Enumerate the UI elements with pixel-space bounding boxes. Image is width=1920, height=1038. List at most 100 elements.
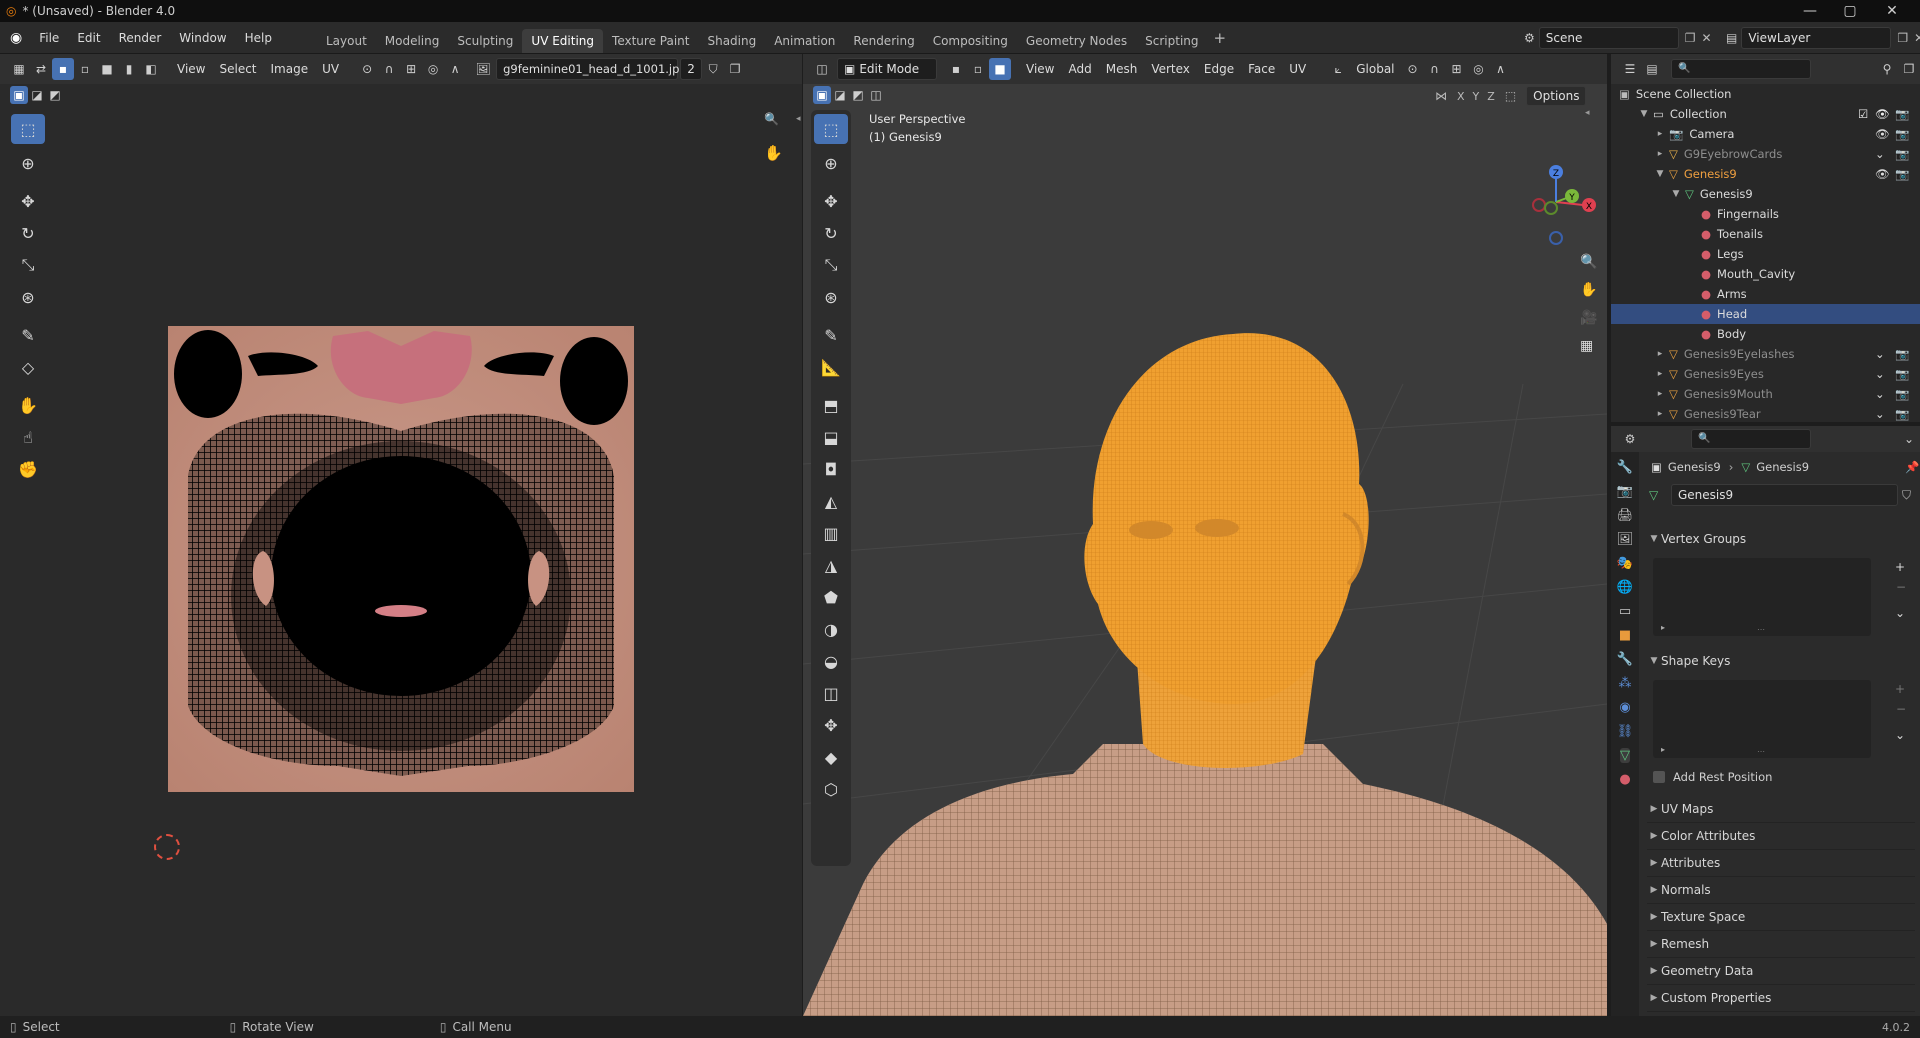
outliner-row-genesis9eyelashes[interactable]: ▸ ▽ Genesis9Eyelashes ⌄ 📷 xyxy=(1611,344,1920,364)
datablock-name-field[interactable]: Genesis9 xyxy=(1671,484,1898,506)
render-icon[interactable]: 📷 xyxy=(1895,367,1909,381)
spin-tool-icon[interactable]: ◑ xyxy=(814,614,848,644)
close-button[interactable]: ✕ xyxy=(1872,0,1912,22)
menu-edit[interactable]: Edit xyxy=(68,22,109,54)
edge-select-icon[interactable]: ▫ xyxy=(74,58,96,80)
vp-select-tool-icon[interactable]: ⬚ xyxy=(814,114,848,144)
outliner-editor-icon[interactable]: ☰ xyxy=(1619,58,1641,80)
expand-icon[interactable]: ▸ xyxy=(1653,389,1667,399)
viewport-menu-mesh[interactable]: Mesh xyxy=(1099,58,1145,80)
expand-icon[interactable]: ▸ xyxy=(1653,349,1667,359)
proportional-edit-icon[interactable]: ◎ xyxy=(422,58,444,80)
outliner-row-genesis9[interactable]: ▼ ▽ Genesis9 👁 📷 xyxy=(1611,164,1920,184)
navigation-gizmo[interactable]: Z Y X xyxy=(1515,110,1605,250)
viewport-menu-edge[interactable]: Edge xyxy=(1197,58,1241,80)
expand-icon[interactable]: ▸ xyxy=(1653,149,1667,159)
shape-keys-header[interactable]: ▼ Shape Keys xyxy=(1647,648,1915,674)
data-tab-icon[interactable]: ▽ xyxy=(1620,748,1630,763)
falloff-curve-icon[interactable]: ∧ xyxy=(1490,58,1512,80)
outliner-row-genesis9tear[interactable]: ▸ ▽ Genesis9Tear ⌄ 📷 xyxy=(1611,404,1920,424)
vp-scale-tool-icon[interactable]: ⤡ xyxy=(814,250,848,280)
edge-slide-tool-icon[interactable]: ◫ xyxy=(814,678,848,708)
outliner-row-fingernails[interactable]: ● Fingernails xyxy=(1611,204,1920,224)
editor-type-3d-icon[interactable]: ◫ xyxy=(811,58,833,80)
annotate-tool-icon[interactable]: ✎ xyxy=(11,320,45,350)
vg-remove-icon[interactable]: − xyxy=(1896,580,1906,594)
sync-selection-icon[interactable]: ⇄ xyxy=(30,58,52,80)
scene-icon[interactable]: ⚙ xyxy=(1524,31,1535,45)
cursor-tool-icon[interactable]: ⊕ xyxy=(11,148,45,178)
collection-visibility-icon[interactable]: 👁 xyxy=(1875,107,1890,121)
loop-cut-tool-icon[interactable]: ▥ xyxy=(814,518,848,548)
outliner-row-genesis9mouth[interactable]: ▸ ▽ Genesis9Mouth ⌄ 📷 xyxy=(1611,384,1920,404)
visibility-icon[interactable]: ⌄ xyxy=(1875,387,1885,401)
view-layer-tab-icon[interactable]: 🖼 xyxy=(1617,532,1634,547)
render-icon[interactable]: 📷 xyxy=(1895,347,1909,361)
bevel-tool-icon[interactable]: ◭ xyxy=(814,486,848,516)
menu-help[interactable]: Help xyxy=(236,22,281,54)
sidebar-toggle-icon[interactable]: ◂ xyxy=(796,114,801,124)
tab-uv-editing[interactable]: UV Editing xyxy=(522,29,604,53)
transform-tool-icon[interactable]: ⊛ xyxy=(11,282,45,312)
face-mode-icon[interactable]: ■ xyxy=(989,58,1011,80)
visibility-icon[interactable]: ⌄ xyxy=(1875,407,1885,421)
new-image-icon[interactable]: ❐ xyxy=(724,58,746,80)
expand-icon[interactable]: ▼ xyxy=(1653,169,1667,179)
outliner-row-genesis9[interactable]: ▼ ▽ Genesis9 xyxy=(1611,184,1920,204)
maximize-button[interactable]: ▢ xyxy=(1830,0,1870,22)
expand-icon[interactable]: ▸ xyxy=(1653,129,1667,139)
vp-cursor-tool-icon[interactable]: ⊕ xyxy=(814,148,848,178)
panel-uv-maps[interactable]: ▶ UV Maps xyxy=(1647,796,1915,823)
select-box-tool-icon[interactable]: ⬚ xyxy=(11,114,45,144)
view-layer-field[interactable]: ViewLayer xyxy=(1741,27,1892,49)
panel-geometry-data[interactable]: ▶ Geometry Data xyxy=(1647,958,1915,985)
uv-menu-uv[interactable]: UV xyxy=(315,58,346,80)
uv-menu-select[interactable]: Select xyxy=(212,58,263,80)
properties-search-input[interactable]: 🔍 xyxy=(1691,429,1811,449)
new-collection-icon[interactable]: ❐ xyxy=(1898,58,1920,80)
remove-scene-icon[interactable]: ✕ xyxy=(1702,31,1712,45)
outliner-row-mouth_cavity[interactable]: ● Mouth_Cavity xyxy=(1611,264,1920,284)
collection-row[interactable]: ▼ ▭ Collection ☑ 👁 📷 xyxy=(1611,104,1920,124)
datablock-browse-icon[interactable]: ▽ xyxy=(1649,488,1671,502)
edge-mode-icon[interactable]: ▫ xyxy=(967,58,989,80)
viewport-menu-uv[interactable]: UV xyxy=(1282,58,1313,80)
proportional-icon[interactable]: ◎ xyxy=(1468,58,1490,80)
vp-pan-icon[interactable]: ✋ xyxy=(1580,282,1597,298)
image-browse-icon[interactable]: 🖼 xyxy=(472,58,494,80)
grab-tool-icon[interactable]: ✋ xyxy=(11,390,45,420)
select-subtract-icon[interactable]: ◩ xyxy=(46,86,64,104)
island-select-icon[interactable]: ▮ xyxy=(118,58,140,80)
shape-keys-list[interactable]: ▸ ⋯ xyxy=(1653,680,1871,758)
panel-normals[interactable]: ▶ Normals xyxy=(1647,877,1915,904)
properties-options-icon[interactable]: ⌄ xyxy=(1898,428,1920,450)
uv-zoom-icon[interactable]: 🔍 xyxy=(764,112,779,126)
poly-build-tool-icon[interactable]: ⬟ xyxy=(814,582,848,612)
tab-rendering[interactable]: Rendering xyxy=(844,29,923,53)
vp-move-tool-icon[interactable]: ✥ xyxy=(814,186,848,216)
panel-attributes[interactable]: ▶ Attributes xyxy=(1647,850,1915,877)
vg-menu-icon[interactable]: ⌄ xyxy=(1895,606,1905,620)
view-layer-icon[interactable]: ▤ xyxy=(1726,31,1737,45)
expand-icon[interactable]: ▸ xyxy=(1653,369,1667,379)
render-icon[interactable]: 📷 xyxy=(1895,407,1909,421)
vertex-select-icon[interactable]: ▪ xyxy=(52,58,74,80)
panel-texture-space[interactable]: ▶ Texture Space xyxy=(1647,904,1915,931)
add-rest-position-checkbox[interactable] xyxy=(1653,771,1665,783)
new-scene-icon[interactable]: ❐ xyxy=(1685,31,1696,45)
tab-shading[interactable]: Shading xyxy=(698,29,765,53)
outliner-search-input[interactable]: 🔍 xyxy=(1671,59,1811,79)
world-tab-icon[interactable]: 🌐 xyxy=(1617,580,1633,595)
editor-type-icon[interactable]: ▦ xyxy=(8,58,30,80)
snap-icon[interactable]: ∩ xyxy=(378,58,400,80)
add-workspace-icon[interactable]: + xyxy=(1214,29,1227,47)
fake-user-icon[interactable]: ⛉ xyxy=(702,58,724,80)
outliner-row-head[interactable]: ● Head xyxy=(1611,304,1920,324)
vg-list-resize-icon[interactable]: ⋯ xyxy=(1757,625,1765,634)
vp-transform-tool-icon[interactable]: ⊛ xyxy=(814,282,848,312)
snap-increment-icon[interactable]: ⊞ xyxy=(1446,58,1468,80)
blender-menu-icon[interactable]: ◉ xyxy=(0,30,30,46)
vg-add-icon[interactable]: + xyxy=(1895,560,1905,574)
uv-menu-view[interactable]: View xyxy=(170,58,212,80)
particles-tab-icon[interactable]: ⁂ xyxy=(1619,676,1632,691)
